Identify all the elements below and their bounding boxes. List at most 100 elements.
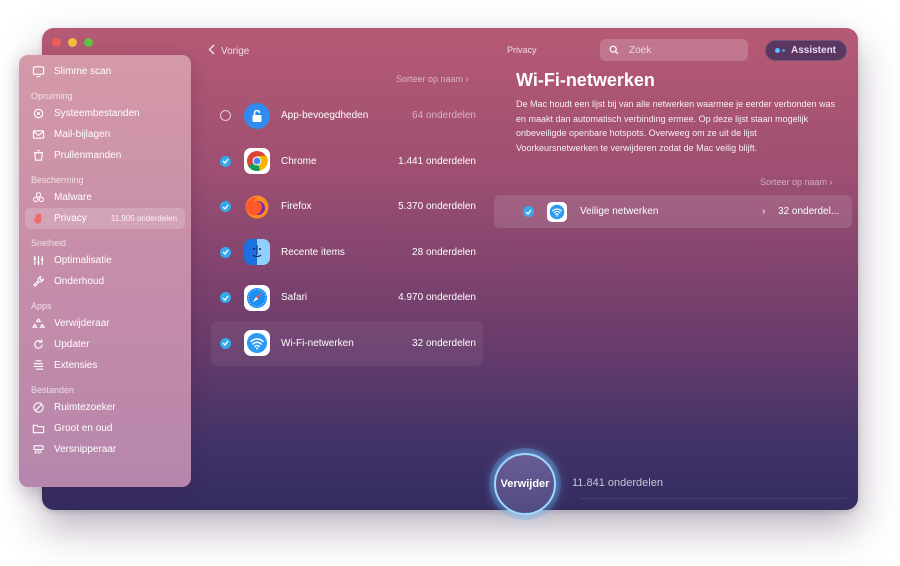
sidebar-item-verwijderaar[interactable]: Verwijderaar (19, 313, 191, 334)
checkbox-checked[interactable] (220, 292, 231, 304)
total-count: 11.841 onderdelen (572, 477, 663, 489)
safari-icon (244, 284, 270, 311)
chrome-icon (244, 148, 270, 175)
detail-description: De Mac houdt een lijst bij van alle netw… (516, 99, 836, 153)
lock-icon (244, 102, 270, 129)
sidebar-item-privacy[interactable]: Privacy 11.905 onderdelen (25, 208, 185, 229)
sidebar-item-label: Prullenmanden (54, 150, 122, 161)
finder-icon (244, 239, 270, 266)
list-item-safari[interactable]: Safari 4.970 onderdelen (211, 275, 483, 321)
sidebar-item-systeembestanden[interactable]: Systeembestanden (19, 103, 191, 124)
sidebar-item-mail-bijlagen[interactable]: Mail-bijlagen (19, 124, 191, 145)
list-item-count: 1.441 onderdelen (398, 155, 476, 167)
sidebar-item-malware[interactable]: Malware (19, 187, 191, 208)
sidebar-item-label: Versnipperaar (54, 444, 117, 455)
footer-divider (580, 498, 846, 499)
sort-button[interactable]: Sorteer op naam › (396, 74, 469, 84)
sidebar-item-groot-en-oud[interactable]: Groot en oud (19, 418, 191, 439)
sidebar-item-label: Systeembestanden (54, 108, 140, 119)
assistant-label: Assistent (791, 45, 837, 56)
remove-button-glow: Verwijder (489, 448, 561, 520)
sidebar-item-label: Ruimtezoeker (54, 402, 116, 413)
sidebar-section-snelheid: Snelheid (31, 238, 67, 248)
close-window-button[interactable] (52, 38, 61, 47)
list-item-recente-items[interactable]: Recente items 28 onderdelen (211, 230, 483, 276)
sidebar-item-label: Optimalisatie (54, 255, 112, 266)
list-item-firefox[interactable]: Firefox 5.370 onderdelen (211, 184, 483, 230)
back-button[interactable]: Vorige (208, 44, 249, 58)
search-icon (609, 45, 619, 55)
sidebar-item-label: Onderhoud (54, 276, 105, 287)
wrench-icon (31, 275, 45, 289)
list-item-count: 32 onderdelen (412, 337, 476, 349)
sliders-icon (31, 254, 45, 268)
list-item-name: Chrome (281, 155, 317, 167)
assistant-icon (775, 48, 785, 53)
sidebar-item-label: Privacy (54, 213, 87, 224)
sidebar-item-versnipperaar[interactable]: Versnipperaar (19, 439, 191, 460)
monitor-icon (31, 65, 45, 79)
sidebar-item-label: Malware (54, 192, 92, 203)
chevron-right-icon: › (829, 177, 833, 187)
assistant-button[interactable]: Assistent (765, 40, 847, 61)
list-item-chrome[interactable]: Chrome 1.441 onderdelen (211, 139, 483, 185)
chevron-right-icon[interactable]: › (762, 206, 765, 217)
apps-icon (31, 317, 45, 331)
sidebar-item-optimalisatie[interactable]: Optimalisatie (19, 250, 191, 271)
sidebar: Slimme scan Opruiming Systeembestanden M… (19, 55, 191, 487)
checkbox-checked[interactable] (220, 246, 231, 258)
wifi-icon (244, 330, 270, 357)
sidebar-item-label: Verwijderaar (54, 318, 110, 329)
sidebar-item-updater[interactable]: Updater (19, 334, 191, 355)
privacy-count: 11.905 onderdelen (110, 214, 177, 223)
window-controls (52, 38, 93, 47)
chevron-left-icon (208, 44, 215, 58)
update-icon (31, 338, 45, 352)
list-item-name: Firefox (281, 201, 312, 213)
zoom-window-button[interactable] (84, 38, 93, 47)
list-item-count: 28 onderdelen (412, 246, 476, 258)
list-item-name: Recente items (281, 246, 345, 258)
wifi-icon (547, 201, 567, 222)
list-item-wifi-netwerken[interactable]: Wi-Fi-netwerken 32 onderdelen (211, 320, 483, 366)
checkbox[interactable] (220, 110, 231, 122)
list-item-name: Wi-Fi-netwerken (281, 337, 354, 349)
sidebar-section-bescherming: Bescherming (31, 175, 84, 185)
sort-label: Sorteer op naam (760, 177, 828, 187)
list-item-app-bevoegdheden[interactable]: App-bevoegdheden 64 onderdelen (211, 93, 483, 139)
sidebar-section-apps: Apps (31, 301, 52, 311)
sidebar-section-opruiming: Opruiming (31, 91, 73, 101)
gear-icon (31, 107, 45, 121)
minimize-window-button[interactable] (68, 38, 77, 47)
hand-icon (31, 212, 45, 226)
sidebar-item-slimme-scan[interactable]: Slimme scan (19, 61, 191, 82)
chevron-right-icon: › (465, 74, 469, 84)
remove-button[interactable]: Verwijder (494, 453, 556, 515)
detail-item-veilige-netwerken[interactable]: Veilige netwerken › 32 onderdel... (494, 195, 852, 228)
sidebar-item-onderhoud[interactable]: Onderhoud (19, 271, 191, 292)
sidebar-item-prullenmanden[interactable]: Prullenmanden (19, 145, 191, 166)
sidebar-item-ruimtezoeker[interactable]: Ruimtezoeker (19, 397, 191, 418)
sidebar-item-label: Extensies (54, 360, 98, 371)
trash-icon (31, 149, 45, 163)
extension-icon (31, 359, 45, 373)
detail-title: Wi-Fi-netwerken (516, 70, 655, 90)
sidebar-item-label: Slimme scan (54, 66, 112, 77)
envelope-icon (31, 128, 45, 142)
section-label: Privacy (507, 45, 537, 55)
search-field[interactable]: Zoek (600, 39, 748, 61)
detail-item-count: 32 onderdel... (778, 206, 840, 217)
checkbox-checked[interactable] (523, 206, 534, 217)
checkbox-checked[interactable] (220, 201, 231, 213)
list-item-count: 4.970 onderdelen (398, 292, 476, 304)
detail-sort-button[interactable]: Sorteer op naam › (760, 177, 833, 187)
back-label: Vorige (221, 45, 250, 57)
sidebar-item-extensies[interactable]: Extensies (19, 355, 191, 376)
sidebar-section-bestanden: Bestanden (31, 385, 75, 395)
firefox-icon (244, 194, 270, 220)
biohazard-icon (31, 191, 45, 205)
checkbox-checked[interactable] (220, 337, 231, 349)
checkbox-checked[interactable] (220, 155, 231, 167)
detail-item-name: Veilige netwerken (580, 206, 659, 217)
folder-icon (31, 422, 45, 436)
